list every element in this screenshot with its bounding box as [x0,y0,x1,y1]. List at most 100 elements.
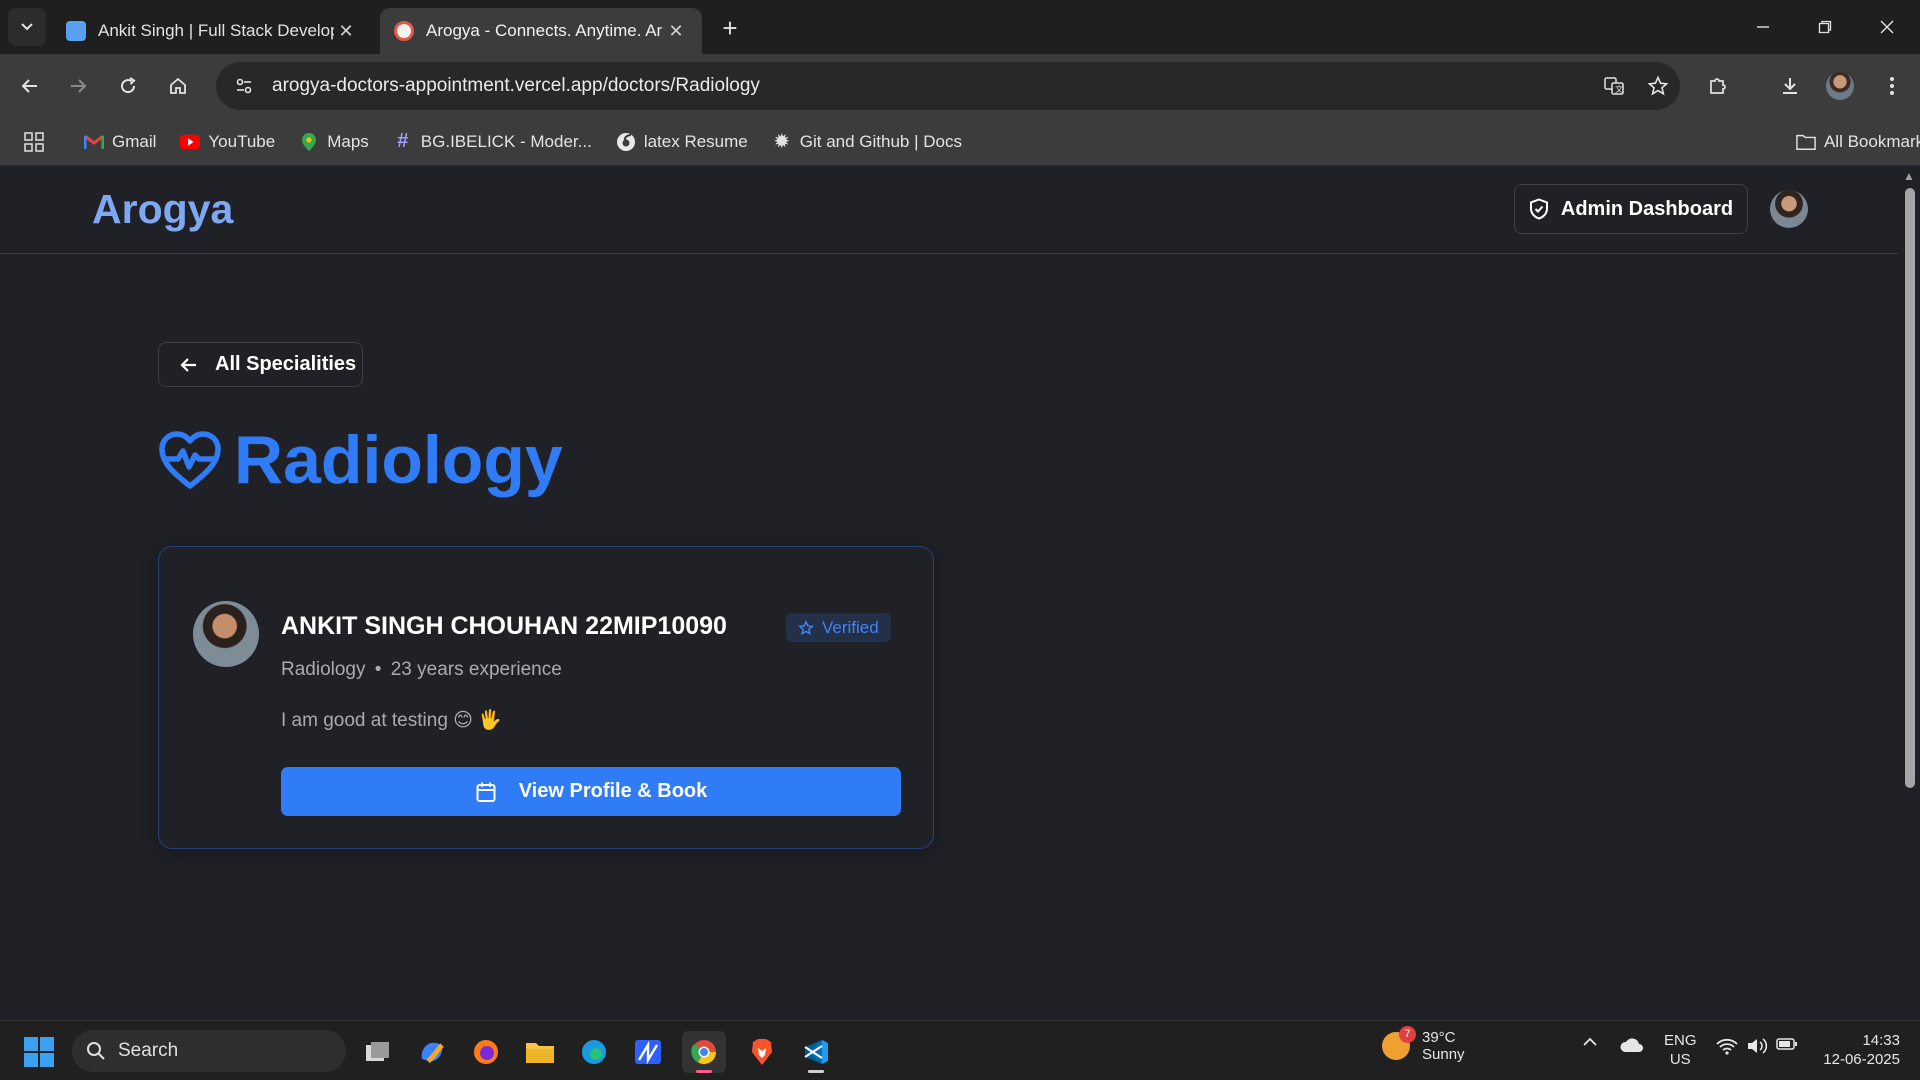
vscode-icon[interactable] [794,1031,838,1073]
app-icon[interactable] [626,1031,670,1073]
folder-icon [1796,132,1816,152]
page-scrollbar[interactable]: ▲ [1898,166,1920,1020]
bookmark-star-icon[interactable] [1636,75,1680,97]
doctor-meta: Radiology • 23 years experience [281,659,562,681]
kebab-menu-icon [1890,77,1894,95]
weather-condition: Sunny [1422,1046,1465,1063]
page-title: Radiology [234,422,563,498]
arogya-favicon-icon [394,21,414,41]
bookmark-bg-ibelick[interactable]: # BG.IBELICK - Moder... [393,130,592,152]
downloads-button[interactable] [1770,66,1810,106]
user-avatar[interactable] [1770,190,1808,228]
wifi-icon[interactable] [1716,1037,1738,1055]
arrow-right-icon [71,79,87,93]
profile-avatar [1826,72,1854,100]
shield-icon [1529,198,1548,220]
tab-arogya[interactable]: Arogya - Connects. Anytime. Ar ✕ [380,8,702,54]
restore-button[interactable] [1794,0,1856,54]
translate-icon[interactable]: 文 [1592,75,1636,97]
tab-portfolio[interactable]: Ankit Singh | Full Stack Develop ✕ [52,8,372,54]
chevron-down-icon [21,23,33,31]
all-specialities-button[interactable]: All Specialities [158,342,363,387]
bookmark-gmail[interactable]: Gmail [84,132,156,152]
brave-icon[interactable] [740,1031,784,1073]
tab-title: Ankit Singh | Full Stack Develop [98,21,334,40]
clock-time: 14:33 [1862,1032,1900,1049]
admin-dashboard-button[interactable]: Admin Dashboard [1514,184,1748,234]
task-view-icon[interactable] [356,1031,400,1073]
bookmark-latex-resume[interactable]: latex Resume [616,132,748,152]
copilot-icon[interactable] [410,1031,454,1073]
extensions-button[interactable] [1698,66,1738,106]
page-heading: Radiology [158,421,563,499]
browser-menu-button[interactable] [1872,66,1912,106]
bookmark-label: latex Resume [643,131,748,151]
bookmark-youtube[interactable]: YouTube [180,132,275,152]
admin-dashboard-label: Admin Dashboard [1560,197,1734,220]
page-viewport: Arogya Admin Dashboard ▲ All Specialitie… [0,166,1920,1020]
chrome-icon[interactable] [682,1031,726,1073]
site-info-icon[interactable] [216,76,272,96]
new-tab-button[interactable]: + [714,12,746,44]
verified-badge: Verified [786,613,891,642]
meta-separator: • [374,659,382,680]
address-bar[interactable]: arogya-doctors-appointment.vercel.app/do… [216,62,1680,110]
minimize-button[interactable] [1732,0,1794,54]
doctor-name: ANKIT SINGH CHOUHAN 22MIP10090 [281,612,727,640]
gmail-icon [84,132,104,152]
file-explorer-icon[interactable] [518,1031,562,1073]
firefox-icon[interactable] [464,1031,508,1073]
close-window-button[interactable] [1856,0,1918,54]
tab-strip: Ankit Singh | Full Stack Develop ✕ Arogy… [0,0,1920,54]
tab-close-icon[interactable]: ✕ [334,21,358,42]
site-header: Arogya Admin Dashboard [0,166,1898,254]
weather-temp: 39°C [1422,1029,1456,1046]
all-bookmarks-label: All Bookmarks [1823,131,1920,151]
url-text[interactable]: arogya-doctors-appointment.vercel.app/do… [272,75,1592,97]
edge-icon[interactable] [572,1031,616,1073]
view-profile-book-button[interactable]: View Profile & Book [281,767,901,816]
home-button[interactable] [158,66,198,106]
doctor-bio: I am good at testing 😊 🖐 [281,710,502,731]
verified-label: Verified [822,617,879,637]
weather-widget[interactable]: 7 39°C Sunny [1382,1026,1465,1063]
download-icon [1783,78,1797,94]
doctor-card[interactable]: ANKIT SINGH CHOUHAN 22MIP10090 Verified … [158,546,934,849]
gear-icon: ✹ [773,131,791,153]
close-icon [1880,20,1894,34]
taskbar-search-label: Search [118,1040,179,1061]
volume-icon[interactable] [1746,1037,1768,1055]
bookmark-maps[interactable]: Maps [299,132,369,152]
clock-date: 12-06-2025 [1823,1051,1900,1068]
tab-close-icon[interactable]: ✕ [664,21,688,42]
calendar-icon [476,782,496,802]
browser-toolbar: arogya-doctors-appointment.vercel.app/do… [0,54,1920,118]
start-windows-icon[interactable] [24,1037,54,1067]
bookmark-git-github[interactable]: ✹ Git and Github | Docs [772,131,962,153]
hash-icon: # [397,130,409,152]
tray-chevron-up-icon[interactable] [1582,1037,1598,1047]
profile-button[interactable] [1820,66,1860,106]
onedrive-cloud-icon[interactable] [1620,1037,1644,1053]
language-indicator[interactable]: ENG US [1664,1031,1697,1069]
doctor-experience: 23 years experience [390,659,562,680]
battery-icon[interactable] [1776,1037,1798,1051]
all-bookmarks-button[interactable]: All Bookmarks [1796,132,1920,152]
reload-icon [121,77,136,94]
heart-pulse-icon [159,431,221,489]
restore-icon [1818,20,1832,34]
scroll-up-arrow-icon[interactable]: ▲ [1902,170,1916,182]
arrow-left-icon [180,357,196,372]
back-nav-button[interactable] [10,66,50,106]
apps-button[interactable] [24,131,44,152]
forward-nav-button[interactable] [58,66,98,106]
taskbar-clock[interactable]: 14:33 12-06-2025 [1810,1031,1900,1069]
scroll-thumb[interactable] [1905,188,1915,788]
site-logo[interactable]: Arogya [92,186,233,233]
reload-button[interactable] [108,66,148,106]
overleaf-icon [616,132,636,152]
tab-search-button[interactable] [8,8,46,46]
windows-taskbar: Search 7 39°C Sunny ENG US 14:33 12-06-2… [0,1020,1920,1080]
taskbar-search[interactable]: Search [72,1030,346,1072]
apps-grid-icon [24,131,44,152]
